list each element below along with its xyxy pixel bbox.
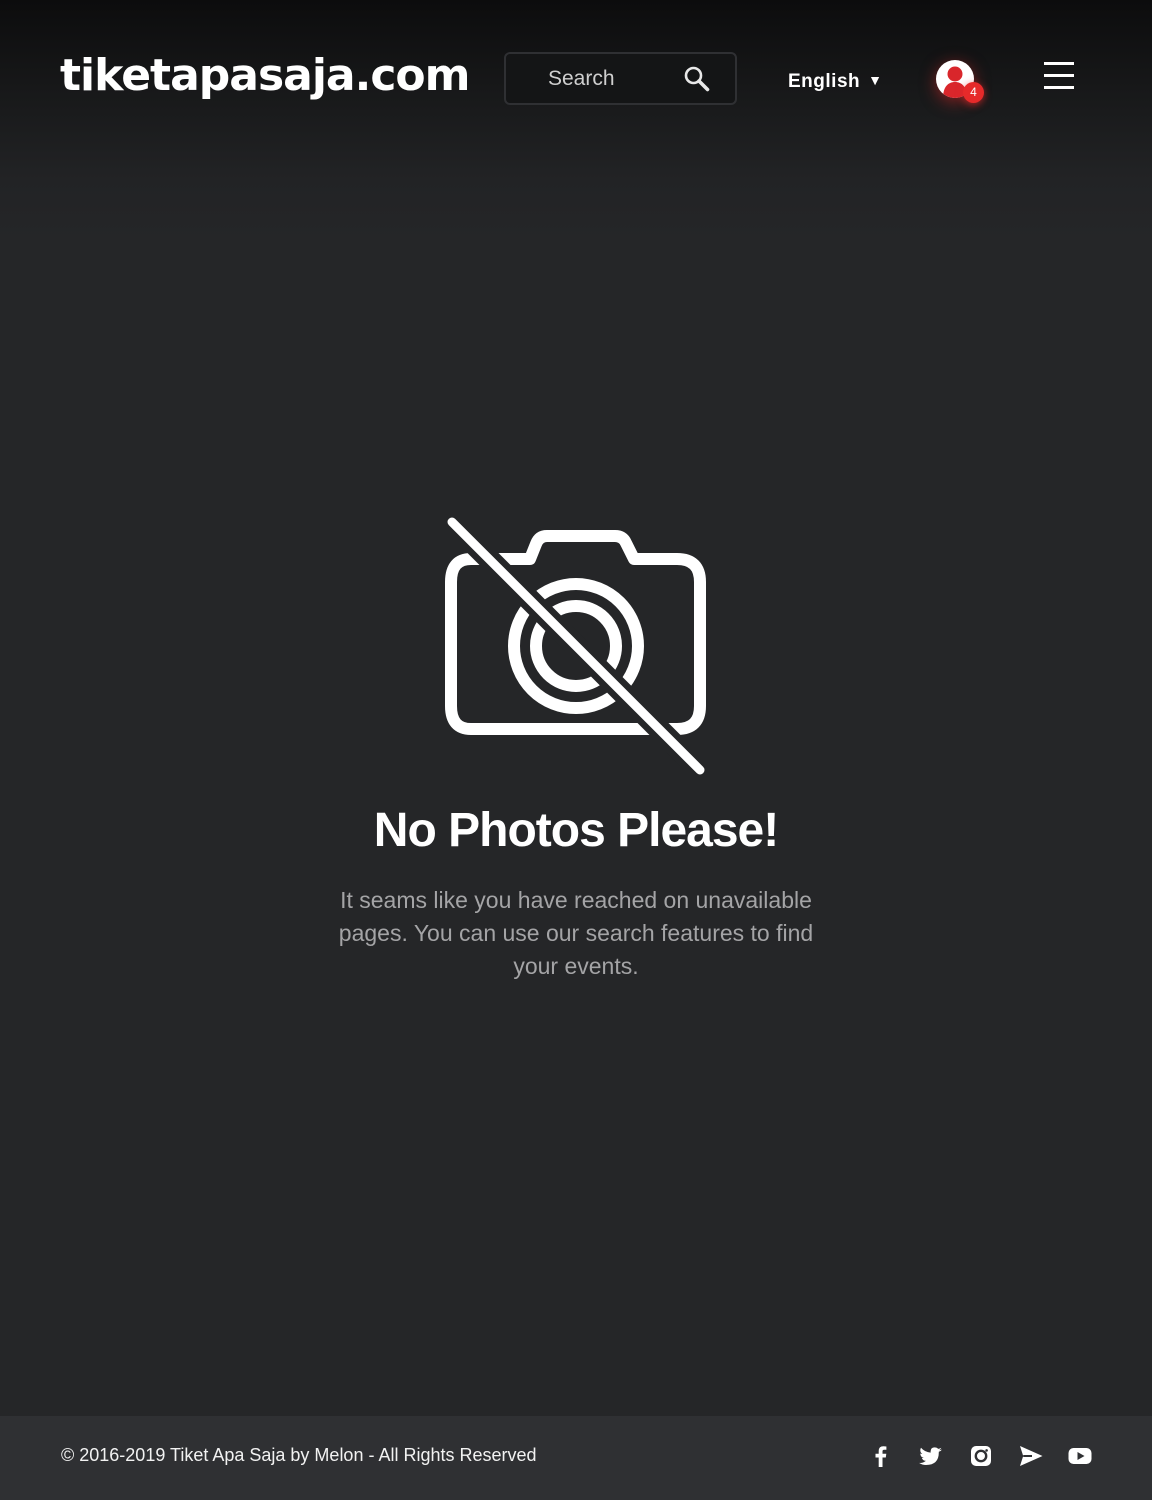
user-account-button[interactable]: 4 [936, 60, 984, 103]
hamburger-menu-button[interactable] [1040, 60, 1078, 92]
page-description: It seams like you have reached on unavai… [338, 887, 814, 979]
instagram-icon[interactable] [967, 1442, 995, 1470]
twitter-icon[interactable] [917, 1442, 945, 1470]
site-footer: © 2016-2019 Tiket Apa Saja by Melon - Al… [0, 1416, 1152, 1500]
search-icon[interactable] [682, 64, 712, 94]
page-title: No Photos Please! [373, 804, 779, 857]
copyright-text: © 2016-2019 Tiket Apa Saja by Melon - Al… [61, 1445, 537, 1465]
send-icon[interactable] [1017, 1442, 1045, 1470]
menu-bar [1044, 62, 1074, 65]
facebook-icon[interactable] [867, 1442, 895, 1470]
caret-down-icon: ▼ [868, 72, 883, 88]
youtube-icon[interactable] [1066, 1442, 1094, 1470]
search-box[interactable] [504, 52, 737, 105]
menu-bar [1044, 74, 1074, 77]
notification-badge: 4 [963, 82, 984, 103]
language-selector[interactable]: English ▼ [788, 66, 882, 94]
site-logo[interactable]: tiketapasaja.com [60, 48, 470, 104]
page: tiketapasaja.com English ▼ 4 [0, 0, 1152, 1500]
search-input[interactable] [548, 62, 678, 96]
camera-off-icon [444, 514, 708, 778]
site-header: tiketapasaja.com English ▼ 4 [0, 0, 1152, 240]
menu-bar [1044, 86, 1074, 89]
language-label: English [788, 71, 861, 92]
